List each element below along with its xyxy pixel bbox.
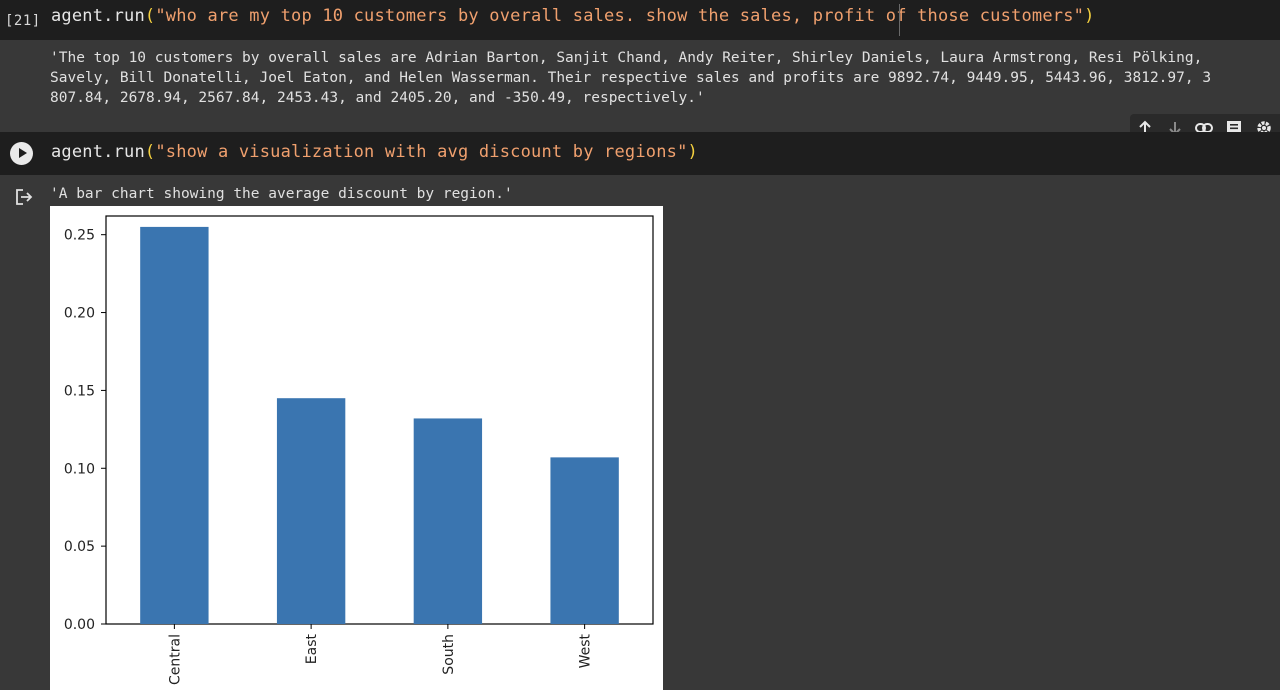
x-tick-label: South <box>441 634 457 675</box>
code-cell-2[interactable]: agent.run("show a visualization with avg… <box>0 132 1280 175</box>
output-line: Savely, Bill Donatelli, Joel Eaton, and … <box>50 70 1212 86</box>
bar-east <box>276 398 346 624</box>
code-close-paren: ) <box>1084 6 1095 26</box>
output-text: 'A bar chart showing the average discoun… <box>50 186 513 202</box>
output-area-21: 'The top 10 customers by overall sales a… <box>0 40 1280 130</box>
y-tick-label: 0.10 <box>64 461 95 477</box>
text-cursor <box>899 4 900 36</box>
bar-chart-svg: Central East South West 0.00 0.05 0.10 0.15 0.20… <box>64 215 654 685</box>
x-tick-label: Central <box>167 634 183 685</box>
x-tick-label: West <box>578 633 594 668</box>
code-open-paren: ( <box>144 6 156 26</box>
notebook-page: [21] agent.run("who are my top 10 custom… <box>0 0 1280 690</box>
output-line: 'The top 10 customers by overall sales a… <box>50 50 1212 66</box>
run-cell-button[interactable] <box>10 142 33 165</box>
bar-south <box>413 418 483 624</box>
output-text: 'The top 10 customers by overall sales a… <box>50 48 1280 108</box>
y-tick-label: 0.05 <box>64 539 95 555</box>
code-close-paren: ) <box>687 142 698 162</box>
y-tick-label: 0.25 <box>64 228 95 244</box>
code-cell-21[interactable]: [21] agent.run("who are my top 10 custom… <box>0 0 1280 40</box>
bar-central <box>140 226 209 624</box>
y-tick-label: 0.20 <box>64 306 95 322</box>
code-string-arg: "show a visualization with avg discount … <box>155 142 688 162</box>
bar-west <box>550 457 619 624</box>
x-tick-label: East <box>304 634 320 665</box>
code-line[interactable]: agent.run("show a visualization with avg… <box>51 142 698 162</box>
bar-chart: Central East South West 0.00 0.05 0.10 0.15 0.20… <box>50 206 663 690</box>
y-tick-label: 0.00 <box>64 617 95 633</box>
code-line[interactable]: agent.run("who are my top 10 customers b… <box>51 6 1095 26</box>
output-redirect-icon[interactable] <box>14 188 34 206</box>
code-function: agent.run <box>51 6 145 26</box>
execution-count: [21] <box>5 13 41 29</box>
y-tick-label: 0.15 <box>64 383 95 399</box>
code-function: agent.run <box>51 142 145 162</box>
code-string-arg: "who are my top 10 customers by overall … <box>155 6 1085 26</box>
code-open-paren: ( <box>144 142 156 162</box>
output-line: 807.84, 2678.94, 2567.84, 2453.43, and 2… <box>50 90 705 106</box>
